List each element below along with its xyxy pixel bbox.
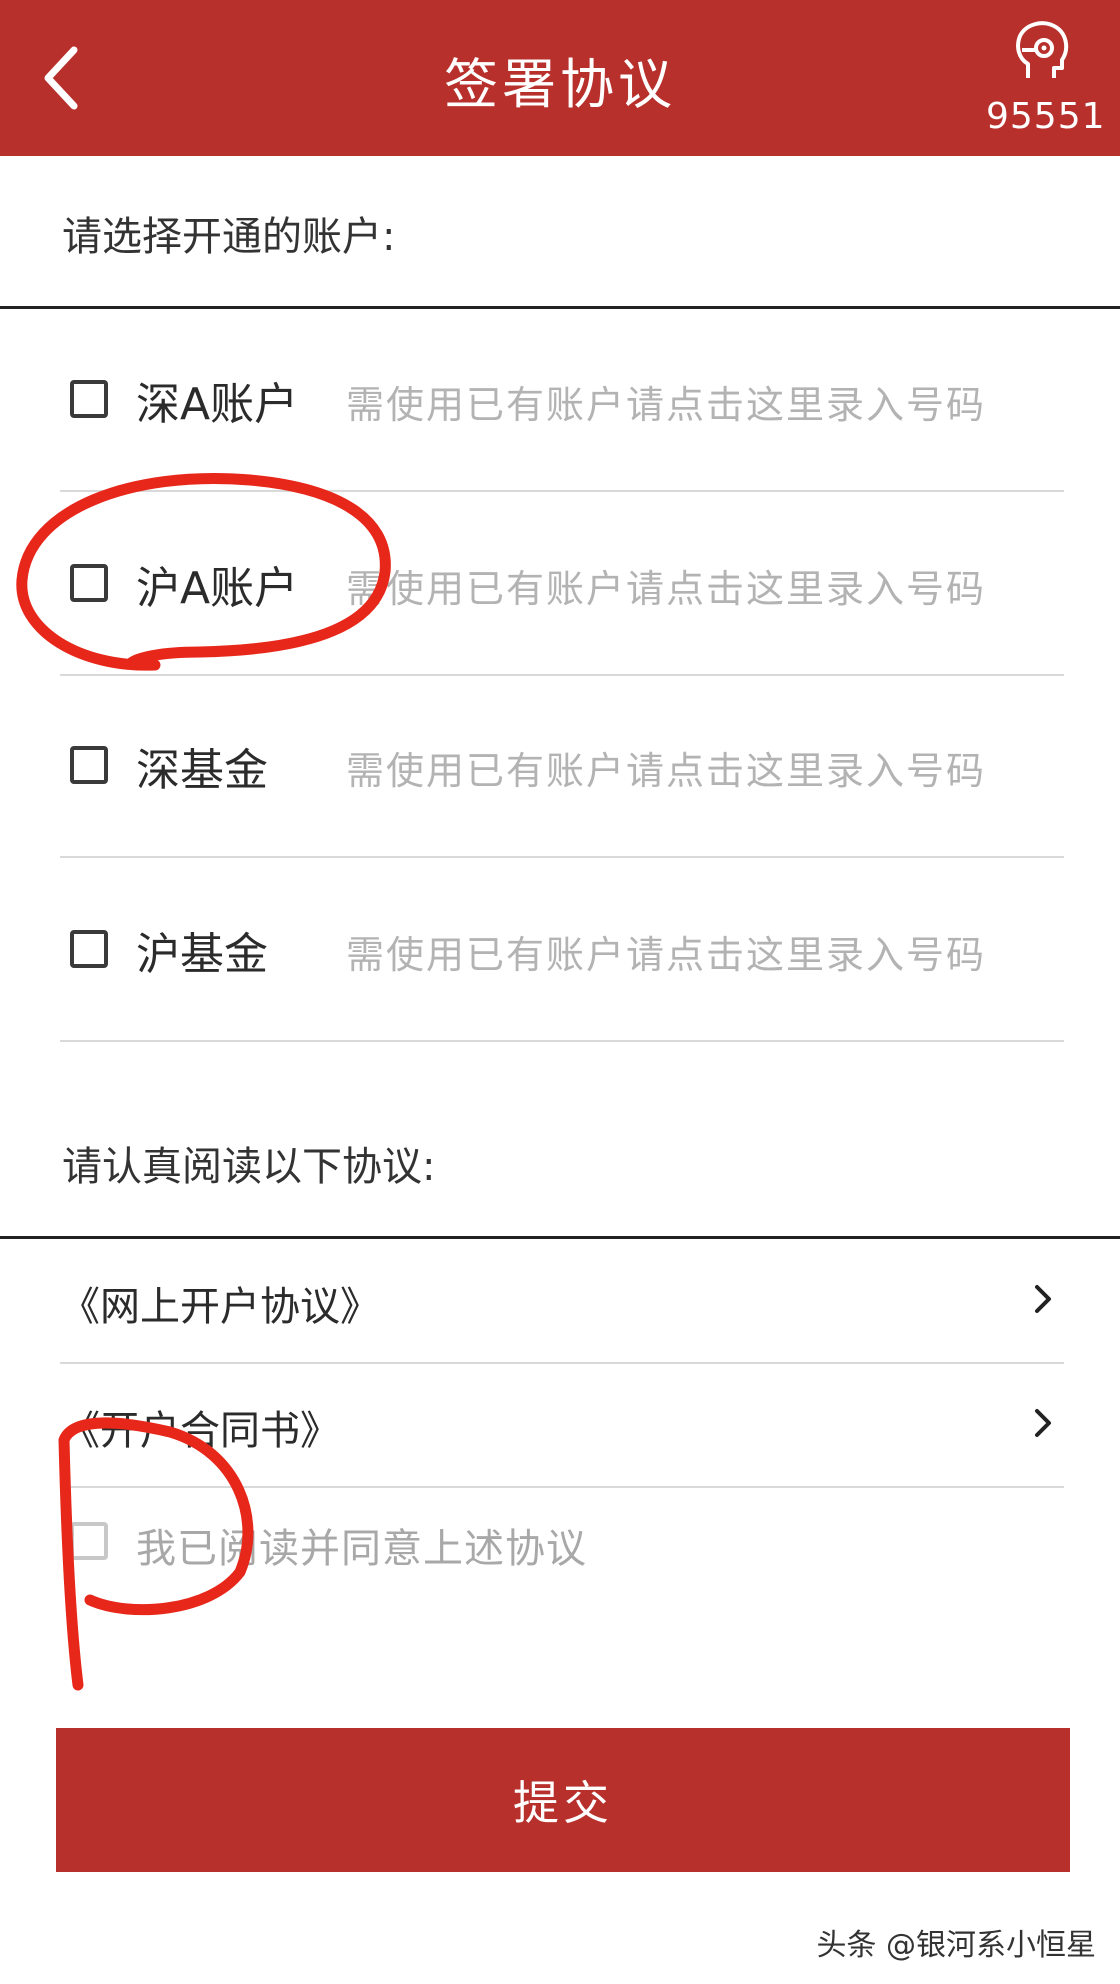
account-row-shen-fund[interactable]: 深基金 需使用已有账户请点击这里录入号码 bbox=[0, 674, 1120, 856]
account-checkbox[interactable] bbox=[70, 746, 108, 784]
account-checkbox[interactable] bbox=[70, 564, 108, 602]
row-divider bbox=[60, 1040, 1064, 1042]
consent-label: 我已阅读并同意上述协议 bbox=[136, 1526, 587, 1572]
section-divider bbox=[0, 1236, 1120, 1239]
row-divider bbox=[60, 1486, 1064, 1488]
chevron-right-icon bbox=[1035, 1409, 1051, 1437]
customer-service-button[interactable]: 95551 bbox=[986, 18, 1106, 138]
chevron-right-icon bbox=[1035, 1285, 1051, 1313]
account-number-hint[interactable]: 需使用已有账户请点击这里录入号码 bbox=[346, 558, 986, 613]
account-number-hint[interactable]: 需使用已有账户请点击这里录入号码 bbox=[346, 374, 986, 429]
account-label: 沪A账户 bbox=[136, 563, 299, 614]
agreement-row-online-account[interactable]: 《网上开户协议》 bbox=[0, 1240, 1120, 1362]
account-row-hu-a[interactable]: 沪A账户 需使用已有账户请点击这里录入号码 bbox=[0, 492, 1120, 674]
consent-row[interactable]: 我已阅读并同意上述协议 bbox=[0, 1490, 1120, 1600]
agreement-row-contract[interactable]: 《开户合同书》 bbox=[0, 1364, 1120, 1486]
page-title: 签署协议 bbox=[444, 53, 676, 116]
headset-icon bbox=[1016, 21, 1069, 78]
account-number-hint[interactable]: 需使用已有账户请点击这里录入号码 bbox=[346, 924, 986, 979]
submit-button[interactable]: 提交 bbox=[56, 1728, 1070, 1872]
app-header: 签署协议 95551 bbox=[0, 0, 1120, 156]
watermark: 头条 @银河系小恒星 bbox=[816, 1928, 1096, 1963]
account-label: 深基金 bbox=[136, 745, 268, 796]
account-label: 深A账户 bbox=[136, 379, 299, 430]
agreement-section-prompt: 请认真阅读以下协议: bbox=[62, 1144, 436, 1190]
hotline-number: 95551 bbox=[986, 96, 1106, 137]
account-number-hint[interactable]: 需使用已有账户请点击这里录入号码 bbox=[346, 740, 986, 795]
account-checkbox[interactable] bbox=[70, 930, 108, 968]
account-section-prompt: 请选择开通的账户: bbox=[62, 214, 396, 260]
agreement-label: 《网上开户协议》 bbox=[60, 1284, 380, 1330]
agreement-label: 《开户合同书》 bbox=[60, 1408, 340, 1454]
consent-checkbox[interactable] bbox=[70, 1522, 108, 1560]
account-row-hu-fund[interactable]: 沪基金 需使用已有账户请点击这里录入号码 bbox=[0, 858, 1120, 1040]
account-checkbox[interactable] bbox=[70, 380, 108, 418]
account-label: 沪基金 bbox=[136, 929, 268, 980]
account-row-shen-a[interactable]: 深A账户 需使用已有账户请点击这里录入号码 bbox=[0, 308, 1120, 490]
